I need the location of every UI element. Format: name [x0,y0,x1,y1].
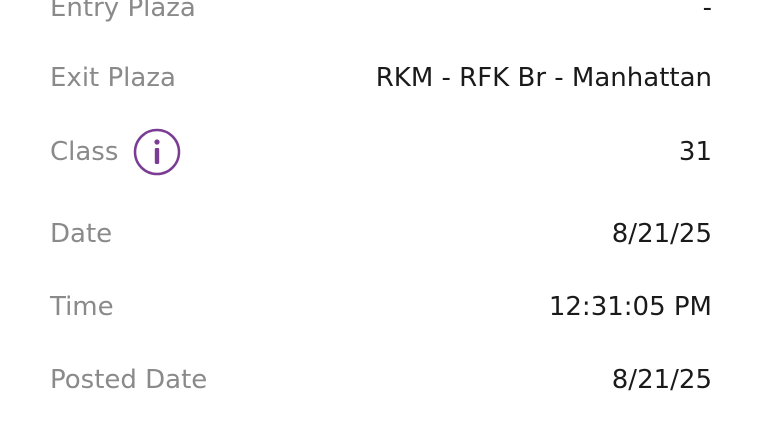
posted-date-value: 8/21/25 [611,365,712,395]
exit-plaza-value: RKM - RFK Br - Manhattan [375,63,712,93]
class-value: 31 [678,137,712,167]
time-value: 12:31:05 PM [548,292,712,322]
exit-plaza-label: Exit Plaza [50,63,176,93]
posted-date-label: Posted Date [50,365,208,395]
row-exit-plaza: Exit Plaza RKM - RFK Br - Manhattan [50,56,712,100]
class-label: Class [50,137,119,167]
row-entry-plaza: Entry Plaza - [50,0,712,30]
time-label: Time [50,292,114,322]
transaction-details: Entry Plaza - Exit Plaza RKM - RFK Br - … [0,0,762,441]
class-label-group: Class [50,128,181,176]
row-posted-date: Posted Date 8/21/25 [50,358,712,402]
date-value: 8/21/25 [611,219,712,249]
entry-plaza-label: Entry Plaza [50,0,196,23]
date-label: Date [50,219,113,249]
row-time: Time 12:31:05 PM [50,285,712,329]
row-date: Date 8/21/25 [50,212,712,256]
info-icon[interactable] [133,128,181,176]
row-class: Class 31 [50,128,712,176]
entry-plaza-value: - [702,0,712,23]
